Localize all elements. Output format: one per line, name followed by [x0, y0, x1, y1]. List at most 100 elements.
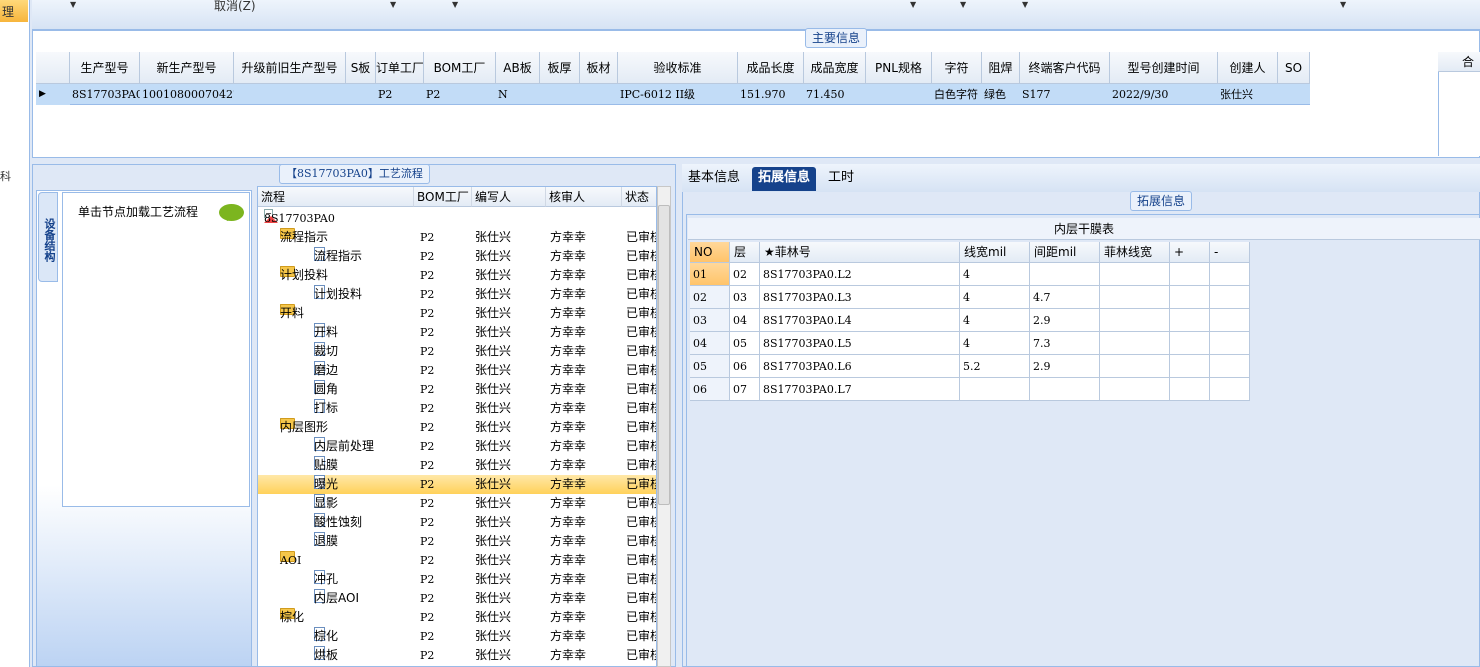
film-cell[interactable]: [1030, 263, 1100, 286]
tab-extended-info[interactable]: 拓展信息: [752, 167, 817, 191]
film-cell[interactable]: [1100, 286, 1170, 309]
film-cell[interactable]: 8S17703PA0.L3: [760, 286, 960, 309]
grid-cell[interactable]: IPC-6012 II级: [618, 84, 738, 105]
col-header[interactable]: 创建人: [1218, 52, 1278, 84]
row-selector-icon[interactable]: ▶: [36, 84, 70, 105]
tree-node[interactable]: 计划投料 P2 张仕兴 方幸幸 已审核: [258, 285, 656, 304]
film-cell[interactable]: [1100, 263, 1170, 286]
grid-cell[interactable]: [234, 84, 346, 105]
film-cell[interactable]: [1210, 309, 1250, 332]
grid-cell[interactable]: 151.970: [738, 84, 804, 105]
col-header[interactable]: 成品宽度: [804, 52, 866, 84]
col-header[interactable]: BOM工厂: [424, 52, 496, 84]
film-cell[interactable]: [1100, 332, 1170, 355]
tree-node[interactable]: 酸性蚀刻 P2 张仕兴 方幸幸 已审核: [258, 513, 656, 532]
film-cell[interactable]: 7.3: [1030, 332, 1100, 355]
film-cell[interactable]: [1030, 378, 1100, 401]
tree-node[interactable]: 冲孔 P2 张仕兴 方幸幸 已审核: [258, 570, 656, 589]
film-cell[interactable]: [1170, 332, 1210, 355]
film-cell[interactable]: [1210, 263, 1250, 286]
film-col-header[interactable]: +: [1170, 242, 1210, 263]
dropdown-arrow-icon[interactable]: ▼: [1340, 0, 1346, 9]
film-cell[interactable]: [1210, 378, 1250, 401]
film-cell[interactable]: 8S17703PA0.L6: [760, 355, 960, 378]
grid-cell[interactable]: N: [496, 84, 540, 105]
film-col-header[interactable]: NO: [690, 242, 730, 263]
tree-root[interactable]: −8S17703PA0: [258, 209, 656, 228]
dropdown-arrow-icon[interactable]: ▼: [1022, 0, 1028, 9]
tree-node[interactable]: 烘板 P2 张仕兴 方幸幸 已审核: [258, 646, 656, 665]
tree-col-flow[interactable]: 流程: [258, 187, 414, 207]
film-cell[interactable]: 06: [730, 355, 760, 378]
film-cell[interactable]: 03: [730, 286, 760, 309]
tree-node[interactable]: −内层图形P2张仕兴方幸幸已审核: [258, 418, 656, 437]
grid-cell[interactable]: 2022/9/30: [1110, 84, 1218, 105]
film-cell[interactable]: 02: [690, 286, 730, 309]
grid-cell[interactable]: S177: [1020, 84, 1110, 105]
grid-cell[interactable]: 绿色: [982, 84, 1020, 105]
tree-node[interactable]: 裁切 P2 张仕兴 方幸幸 已审核: [258, 342, 656, 361]
tree-node[interactable]: 内层AOI P2 张仕兴 方幸幸 已审核: [258, 589, 656, 608]
dropdown-arrow-icon[interactable]: ▼: [452, 0, 458, 9]
film-cell[interactable]: [1170, 286, 1210, 309]
film-cell[interactable]: 5.2: [960, 355, 1030, 378]
grid-cell[interactable]: 71.450: [804, 84, 866, 105]
film-cell[interactable]: 01: [690, 263, 730, 286]
col-header[interactable]: 成品长度: [738, 52, 804, 84]
film-cell[interactable]: 8S17703PA0.L4: [760, 309, 960, 332]
tree-node[interactable]: 棕化 P2 张仕兴 方幸幸 已审核: [258, 627, 656, 646]
tree-node[interactable]: −计划投料P2张仕兴方幸幸已审核: [258, 266, 656, 285]
col-header[interactable]: 板厚: [540, 52, 580, 84]
tree-node[interactable]: −AOIP2张仕兴方幸幸已审核: [258, 551, 656, 570]
film-cell[interactable]: 4: [960, 263, 1030, 286]
tree-col-reviewer[interactable]: 核审人: [546, 187, 622, 207]
film-cell[interactable]: 05: [690, 355, 730, 378]
film-cell[interactable]: [1170, 263, 1210, 286]
film-cell[interactable]: 03: [690, 309, 730, 332]
film-col-header[interactable]: -: [1210, 242, 1250, 263]
film-cell[interactable]: 8S17703PA0.L2: [760, 263, 960, 286]
grid-cell[interactable]: [540, 84, 580, 105]
col-header[interactable]: 订单工厂: [376, 52, 424, 84]
dropdown-arrow-icon[interactable]: ▼: [910, 0, 916, 9]
col-header[interactable]: 终端客户代码: [1020, 52, 1110, 84]
grid-cell[interactable]: P2: [424, 84, 496, 105]
film-cell[interactable]: [1100, 355, 1170, 378]
film-col-header[interactable]: 线宽mil: [960, 242, 1030, 263]
col-header[interactable]: 阻焊: [982, 52, 1020, 84]
col-header[interactable]: 型号创建时间: [1110, 52, 1218, 84]
tree-node[interactable]: 内层前处理 P2 张仕兴 方幸幸 已审核: [258, 437, 656, 456]
grid-cell[interactable]: 张仕兴: [1218, 84, 1278, 105]
tree-node[interactable]: 圆角 P2 张仕兴 方幸幸 已审核: [258, 380, 656, 399]
cancel-button[interactable]: 取消(Z): [214, 0, 256, 14]
film-col-header[interactable]: ★菲林号: [760, 242, 960, 263]
film-col-header[interactable]: 层: [730, 242, 760, 263]
tree-node[interactable]: 显影 P2 张仕兴 方幸幸 已审核: [258, 494, 656, 513]
film-cell[interactable]: 02: [730, 263, 760, 286]
film-cell[interactable]: [1210, 286, 1250, 309]
grid-cell[interactable]: [1278, 84, 1310, 105]
film-cell[interactable]: 4: [960, 332, 1030, 355]
tree-node[interactable]: 磨边 P2 张仕兴 方幸幸 已审核: [258, 361, 656, 380]
grid-cell[interactable]: P2: [376, 84, 424, 105]
film-cell[interactable]: [1210, 332, 1250, 355]
film-cell[interactable]: 2.9: [1030, 355, 1100, 378]
grid-cell[interactable]: 8S17703PA0: [70, 84, 140, 105]
film-cell[interactable]: 4: [960, 309, 1030, 332]
col-header[interactable]: 验收标准: [618, 52, 738, 84]
col-header[interactable]: S板: [346, 52, 376, 84]
film-cell[interactable]: 07: [730, 378, 760, 401]
tree-node[interactable]: −棕化P2张仕兴方幸幸已审核: [258, 608, 656, 627]
film-col-header[interactable]: 间距mil: [1030, 242, 1100, 263]
col-header[interactable]: PNL规格: [866, 52, 932, 84]
tab-basic-info[interactable]: 基本信息: [682, 167, 746, 191]
film-cell[interactable]: 2.9: [1030, 309, 1100, 332]
film-cell[interactable]: 8S17703PA0.L7: [760, 378, 960, 401]
tree-node[interactable]: −流程指示P2张仕兴方幸幸已审核: [258, 228, 656, 247]
film-cell[interactable]: [1170, 309, 1210, 332]
film-cell[interactable]: 04: [730, 309, 760, 332]
col-header[interactable]: 字符: [932, 52, 982, 84]
film-col-header[interactable]: 菲林线宽: [1100, 242, 1170, 263]
film-cell[interactable]: [1210, 355, 1250, 378]
grid-cell[interactable]: 白色字符: [932, 84, 982, 105]
